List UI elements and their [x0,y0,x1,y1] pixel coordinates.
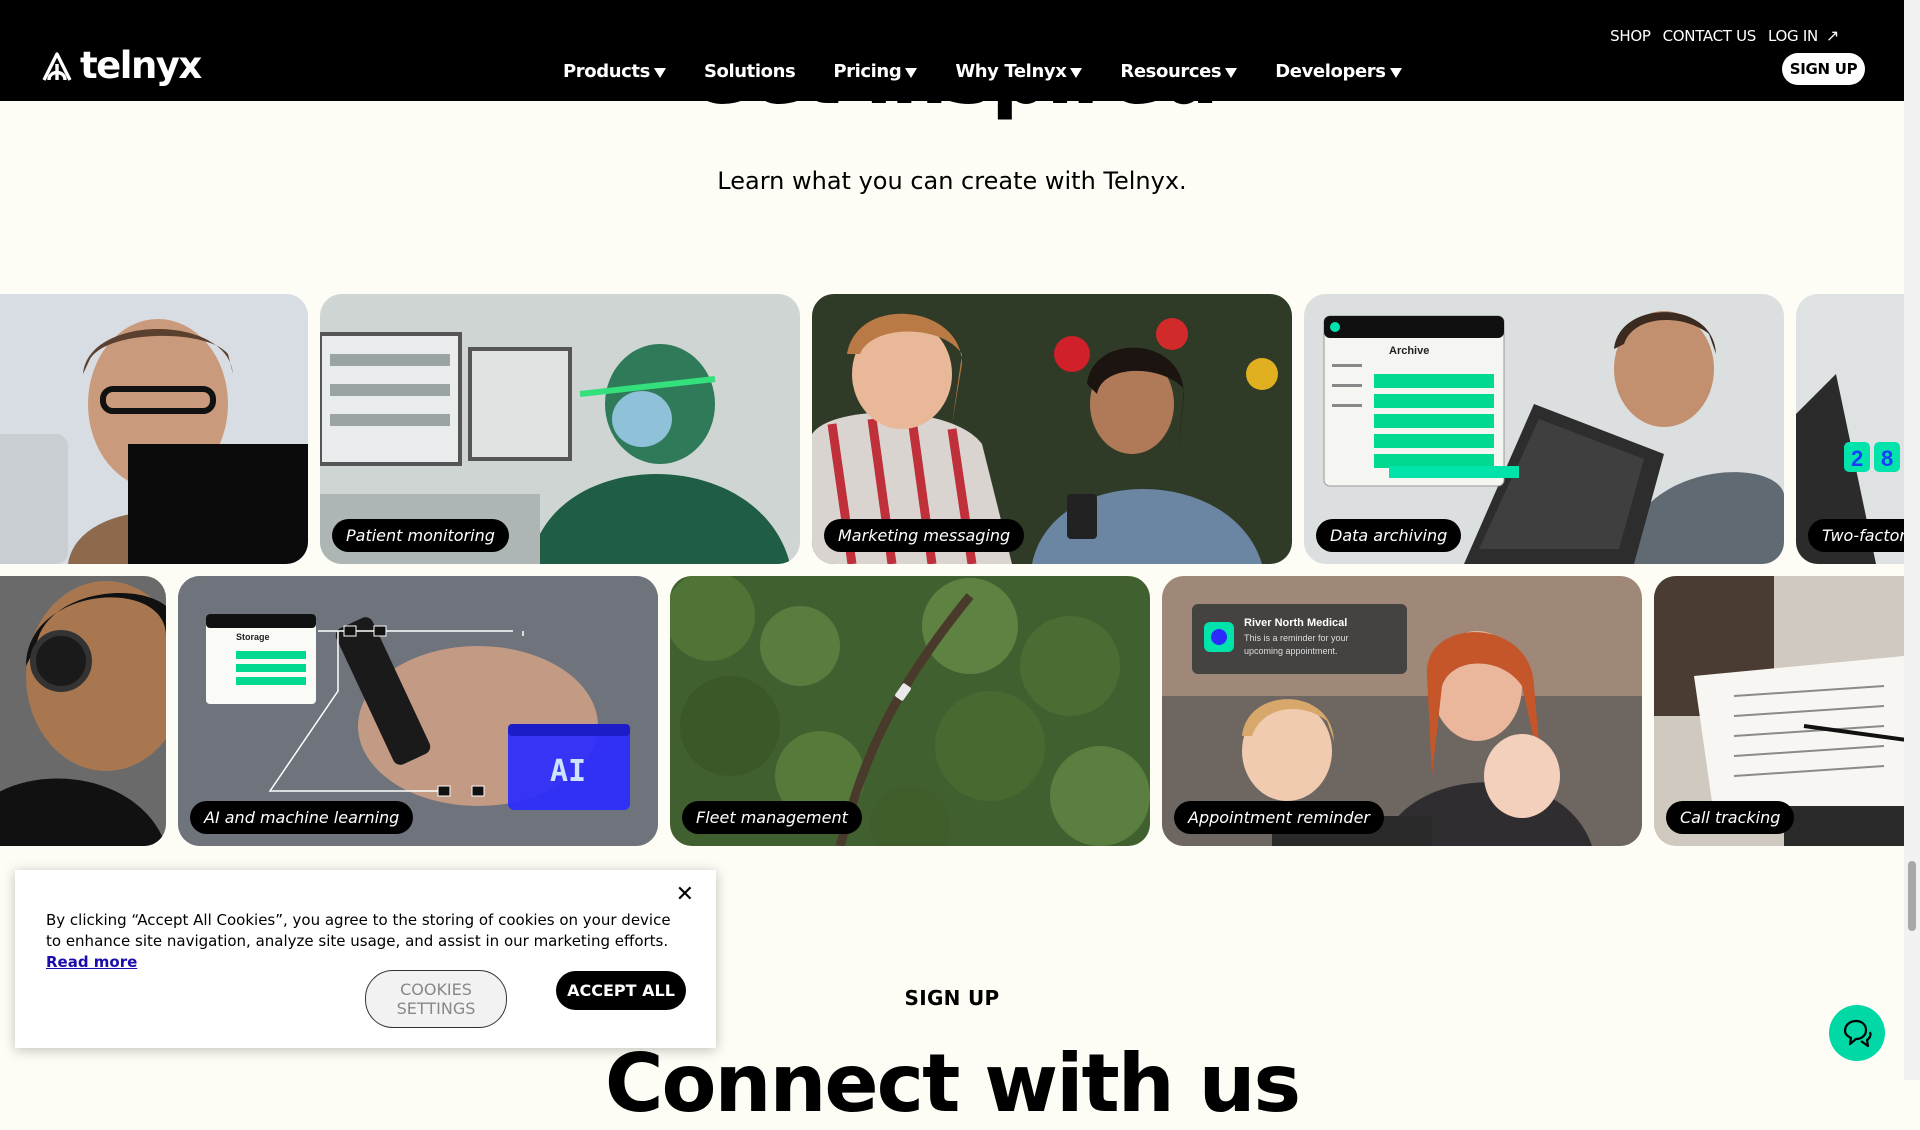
twofa-digit: 8 [1881,446,1893,471]
cookies-settings-button[interactable]: COOKIES SETTINGS [365,970,507,1028]
nav-resources-label: Resources [1120,61,1222,82]
reminder-text: This is a reminder for your [1244,633,1349,643]
person-headphones-photo [0,576,166,846]
nav-products[interactable]: Products [563,61,666,82]
use-case-row-1: Patient monitoring Marketing messaging A… [0,294,1904,564]
nav-solutions[interactable]: Solutions [703,61,796,82]
header-signup-button[interactable]: SIGN UP [1782,53,1865,85]
nav-products-label: Products [563,61,650,82]
nav-developers-label: Developers [1275,61,1386,82]
use-case-row-2: Storage AI AI and machine learning Fleet… [0,576,1904,846]
use-case-label: Appointment reminder [1174,801,1385,834]
cookies-settings-label-2: SETTINGS [396,999,476,1018]
main-nav: Products Solutions Pricing Why Telnyx Re… [563,61,1402,82]
caret-down-icon [905,68,918,78]
log-in-link[interactable]: LOG IN ↗ [1768,26,1839,45]
twofa-digit: 2 [1851,446,1863,471]
chat-bubbles-icon [1843,1019,1872,1048]
external-arrow-icon: ↗ [1825,26,1839,45]
cookie-message: By clicking “Accept All Cookies”, you ag… [46,911,671,950]
utility-nav: SHOP CONTACT US LOG IN ↗ [1610,26,1839,45]
use-case-label: Marketing messaging [824,519,1025,552]
use-case-card[interactable]: Call tracking [1654,576,1904,846]
site-header: telnyx SHOP CONTACT US LOG IN ↗ Products… [0,0,1904,101]
connect-title: Connect with us [604,1037,1301,1130]
nav-resources[interactable]: Resources [1120,61,1238,82]
caret-down-icon [1389,68,1402,78]
ai-badge: AI [550,754,586,789]
telnyx-logo[interactable]: telnyx [40,44,202,87]
reminder-text: upcoming appointment. [1244,646,1338,656]
cookie-banner: ✕ By clicking “Accept All Cookies”, you … [15,870,716,1048]
use-case-card[interactable]: Fleet management [670,576,1150,846]
person-headset-photo [0,294,308,564]
caret-down-icon [1225,68,1238,78]
caret-down-icon [653,68,666,78]
use-case-card[interactable]: Storage AI AI and machine learning [178,576,658,846]
nav-why-telnyx-label: Why Telnyx [955,61,1067,82]
use-case-card[interactable]: Archive Data archiving [1304,294,1784,564]
shop-link[interactable]: SHOP [1610,27,1651,45]
nav-why-telnyx[interactable]: Why Telnyx [955,61,1083,82]
use-case-card[interactable]: Patient monitoring [320,294,800,564]
close-icon[interactable]: ✕ [676,882,694,907]
read-more-link[interactable]: Read more [46,953,137,971]
use-case-card[interactable]: 2 8 Two-factor [1796,294,1904,564]
accept-all-button[interactable]: ACCEPT ALL [556,971,686,1010]
use-case-label: Fleet management [682,801,862,834]
telnyx-logo-icon [40,50,74,82]
nav-solutions-label: Solutions [703,61,796,82]
use-case-card[interactable] [0,576,166,846]
use-case-label: Call tracking [1666,801,1795,834]
chat-button[interactable] [1829,1005,1885,1061]
logo-text: telnyx [80,44,202,87]
scrollbar-thumb[interactable] [1908,861,1916,931]
cookies-settings-label-1: COOKIES [400,980,472,999]
contact-us-link[interactable]: CONTACT US [1663,27,1757,45]
use-case-card[interactable]: Marketing messaging [812,294,1292,564]
use-case-label: Patient monitoring [332,519,509,552]
use-case-label: Data archiving [1316,519,1462,552]
log-in-label: LOG IN [1768,26,1818,45]
cookie-text: By clicking “Accept All Cookies”, you ag… [46,910,686,973]
caret-down-icon [1070,68,1083,78]
archive-title: Archive [1389,345,1429,357]
section-subtitle: Learn what you can create with Telnyx. [717,167,1187,195]
scrollbar[interactable] [1904,0,1920,1080]
nav-pricing-label: Pricing [833,61,902,82]
storage-title: Storage [236,632,270,642]
use-case-label: AI and machine learning [190,801,414,834]
nav-developers[interactable]: Developers [1275,61,1402,82]
use-case-label: Two-factor [1808,519,1904,552]
use-case-card[interactable]: River North Medical This is a reminder f… [1162,576,1642,846]
nav-pricing[interactable]: Pricing [833,61,918,82]
use-case-card[interactable] [0,294,308,564]
reminder-sender: River North Medical [1244,617,1347,629]
